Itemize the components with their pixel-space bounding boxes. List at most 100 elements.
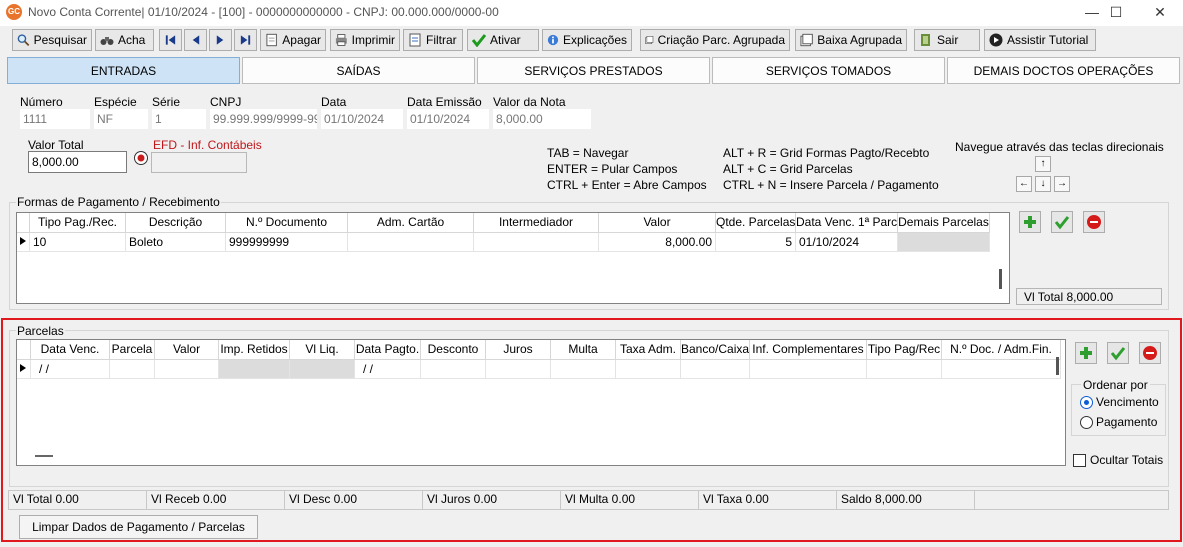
especie-field[interactable]: NF bbox=[94, 109, 148, 129]
cell-data-pagto[interactable]: / / bbox=[355, 360, 421, 379]
col-tipo-pag-rec[interactable]: Tipo Pag/Rec bbox=[867, 340, 942, 360]
col-documento[interactable]: N.º Documento bbox=[226, 213, 348, 233]
col-descricao[interactable]: Descrição bbox=[126, 213, 226, 233]
last-record-button[interactable] bbox=[234, 29, 257, 51]
cell-adm[interactable] bbox=[348, 233, 474, 252]
tab-entradas[interactable]: ENTRADAS bbox=[7, 57, 240, 84]
next-record-button[interactable] bbox=[209, 29, 232, 51]
formas-remove-button[interactable] bbox=[1083, 211, 1105, 233]
col-valor[interactable]: Valor bbox=[155, 340, 219, 360]
apagar-button[interactable]: Apagar bbox=[260, 29, 326, 51]
cell-inf-complementares[interactable] bbox=[750, 360, 867, 379]
col-data-venc[interactable]: Data Venc. bbox=[31, 340, 110, 360]
valor-total-input[interactable]: 8,000.00 bbox=[28, 151, 127, 173]
formas-grid[interactable]: Tipo Pag./Rec. Descrição N.º Documento A… bbox=[16, 212, 1010, 304]
tab-servicos-prestados[interactable]: SERVIÇOS PRESTADOS bbox=[477, 57, 710, 84]
arrow-left-key[interactable]: ← bbox=[1016, 176, 1032, 192]
parcelas-v-scrollbar[interactable] bbox=[1056, 357, 1059, 375]
col-desconto[interactable]: Desconto bbox=[421, 340, 486, 360]
col-valor[interactable]: Valor bbox=[599, 213, 716, 233]
maximize-button[interactable]: ☐ bbox=[1093, 0, 1139, 26]
numero-field[interactable]: 1111 bbox=[20, 109, 90, 129]
col-parcela[interactable]: Parcela bbox=[110, 340, 155, 360]
formas-confirm-button[interactable] bbox=[1051, 211, 1073, 233]
record-icon[interactable] bbox=[133, 150, 149, 166]
cell-intermediador[interactable] bbox=[474, 233, 599, 252]
cell-tipo-pag-rec[interactable] bbox=[867, 360, 942, 379]
cell-valor[interactable]: 8,000.00 bbox=[599, 233, 716, 252]
formas-add-button[interactable] bbox=[1019, 211, 1041, 233]
close-button[interactable]: ✕ bbox=[1137, 0, 1183, 26]
tab-servicos-tomados[interactable]: SERVIÇOS TOMADOS bbox=[712, 57, 945, 84]
cell-imp-retidos[interactable] bbox=[219, 360, 290, 379]
tab-saidas[interactable]: SAÍDAS bbox=[242, 57, 475, 84]
formas-scrollbar[interactable] bbox=[999, 269, 1002, 289]
col-tipo[interactable]: Tipo Pag./Rec. bbox=[30, 213, 126, 233]
col-intermediador[interactable]: Intermediador bbox=[474, 213, 599, 233]
radio-vencimento-dot[interactable] bbox=[1080, 395, 1093, 409]
valor-nota-field[interactable]: 8,000.00 bbox=[493, 109, 591, 129]
serie-field[interactable]: 1 bbox=[152, 109, 206, 129]
assistir-tutorial-button[interactable]: Assistir Tutorial bbox=[984, 29, 1096, 51]
cell-venc[interactable]: 01/10/2024 bbox=[796, 233, 898, 252]
cell-vl-liq[interactable] bbox=[290, 360, 355, 379]
cell-valor[interactable] bbox=[155, 360, 219, 379]
cell-banco-caixa[interactable] bbox=[681, 360, 750, 379]
parcelas-confirm-button[interactable] bbox=[1107, 342, 1129, 364]
limpar-dados-button[interactable]: Limpar Dados de Pagamento / Parcelas bbox=[19, 515, 258, 539]
cell-qtde[interactable]: 5 bbox=[716, 233, 796, 252]
parcelas-add-button[interactable] bbox=[1075, 342, 1097, 364]
cell-data-venc[interactable]: / / bbox=[31, 360, 110, 379]
col-qtde[interactable]: Qtde. Parcelas bbox=[716, 213, 796, 233]
data-field[interactable]: 01/10/2024 bbox=[321, 109, 403, 129]
parcelas-h-scrollbar[interactable] bbox=[35, 455, 53, 457]
arrow-up-key[interactable]: ↑ bbox=[1035, 156, 1051, 172]
cell-parcela[interactable] bbox=[110, 360, 155, 379]
efd-field[interactable] bbox=[151, 152, 247, 173]
filtrar-button[interactable]: Filtrar bbox=[403, 29, 463, 51]
ocultar-totais-checkbox[interactable]: Ocultar Totais bbox=[1073, 453, 1163, 467]
col-taxa-adm[interactable]: Taxa Adm. bbox=[616, 340, 681, 360]
arrow-right-key[interactable]: → bbox=[1054, 176, 1070, 192]
col-num-doc[interactable]: N.º Doc. / Adm.Fin. bbox=[942, 340, 1061, 360]
first-record-button[interactable] bbox=[159, 29, 182, 51]
col-demais[interactable]: Demais Parcelas bbox=[898, 213, 990, 233]
parcelas-grid[interactable]: Data Venc. Parcela Valor Imp. Retidos Vl… bbox=[16, 339, 1066, 466]
cell-multa[interactable] bbox=[551, 360, 616, 379]
col-multa[interactable]: Multa bbox=[551, 340, 616, 360]
imprimir-button[interactable]: Imprimir bbox=[330, 29, 400, 51]
cell-num-doc[interactable] bbox=[942, 360, 1061, 379]
col-adm-cartao[interactable]: Adm. Cartão bbox=[348, 213, 474, 233]
cnpj-field[interactable]: 99.999.999/9999-99 bbox=[210, 109, 317, 129]
arrow-down-key[interactable]: ↓ bbox=[1035, 176, 1051, 192]
pesquisar-button[interactable]: Pesquisar bbox=[12, 29, 92, 51]
col-banco-caixa[interactable]: Banco/Caixa bbox=[681, 340, 750, 360]
col-venc[interactable]: Data Venc. 1ª Parc. bbox=[796, 213, 898, 233]
tab-demais-doctos[interactable]: DEMAIS DOCTOS OPERAÇÕES bbox=[947, 57, 1180, 84]
col-vl-liq[interactable]: Vl Liq. bbox=[290, 340, 355, 360]
cell-documento[interactable]: 999999999 bbox=[226, 233, 348, 252]
data-emissao-field[interactable]: 01/10/2024 bbox=[407, 109, 489, 129]
cell-taxa-adm[interactable] bbox=[616, 360, 681, 379]
baixa-agrupada-button[interactable]: Baixa Agrupada bbox=[795, 29, 907, 51]
previous-record-button[interactable] bbox=[184, 29, 207, 51]
col-imp-retidos[interactable]: Imp. Retidos bbox=[219, 340, 290, 360]
acha-button[interactable]: Acha bbox=[95, 29, 154, 51]
checkbox-box[interactable] bbox=[1073, 453, 1086, 467]
col-inf-complementares[interactable]: Inf. Complementares bbox=[750, 340, 867, 360]
cell-desconto[interactable] bbox=[421, 360, 486, 379]
radio-pagamento-dot[interactable] bbox=[1080, 415, 1093, 429]
explicacoes-button[interactable]: Explicações bbox=[542, 29, 632, 51]
col-juros[interactable]: Juros bbox=[486, 340, 551, 360]
radio-vencimento[interactable]: Vencimento bbox=[1080, 395, 1159, 409]
ativar-button[interactable]: Ativar bbox=[467, 29, 539, 51]
cell-tipo[interactable]: 10 bbox=[30, 233, 126, 252]
radio-pagamento[interactable]: Pagamento bbox=[1080, 415, 1157, 429]
cell-demais[interactable] bbox=[898, 233, 990, 252]
col-data-pagto[interactable]: Data Pagto. bbox=[355, 340, 421, 360]
cell-juros[interactable] bbox=[486, 360, 551, 379]
parcelas-remove-button[interactable] bbox=[1139, 342, 1161, 364]
cell-descricao[interactable]: Boleto bbox=[126, 233, 226, 252]
sair-button[interactable]: Sair bbox=[914, 29, 980, 51]
criacao-parc-button[interactable]: Criação Parc. Agrupada bbox=[640, 29, 790, 51]
